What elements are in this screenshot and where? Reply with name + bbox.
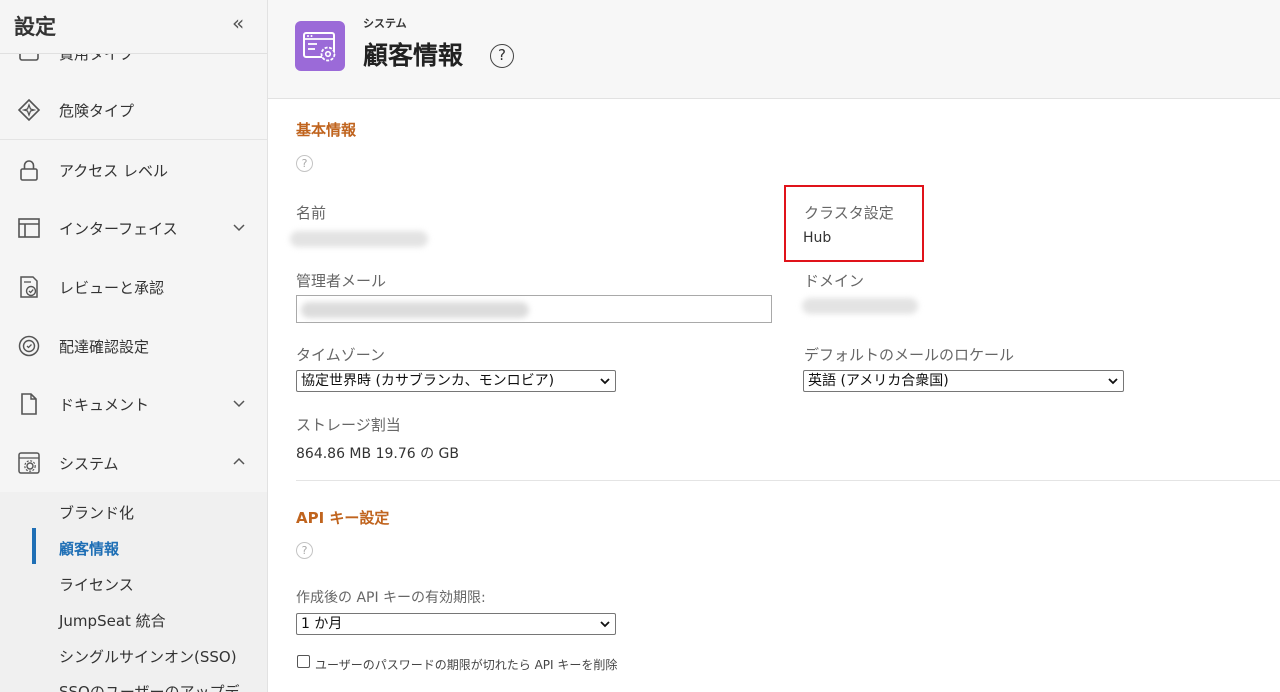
document-icon [21,393,37,415]
chevron-down-icon [233,400,245,408]
chevron-down-icon [600,621,610,628]
lock-icon [20,160,38,181]
submenu-item-jumpseat[interactable]: JumpSeat 統合 [59,610,166,631]
timezone-label: タイムゾーン [296,346,385,364]
api-settings-title: API キー設定 [296,509,390,527]
sidebar-item-label: インターフェイス [59,220,178,238]
timezone-select[interactable]: 協定世界時 (カサブランカ、モンロビア) [296,370,616,392]
timezone-select-value: 協定世界時 (カサブランカ、モンロビア) [301,373,555,389]
submenu-item-sso-user-update[interactable]: SSOのユーザーのアップデ [59,681,240,692]
sidebar-item-label: ドキュメント [59,396,150,414]
admin-email-field[interactable] [296,295,772,323]
sidebar-divider [0,139,267,140]
basic-info-title: 基本情報 [296,121,357,139]
section-divider [296,480,1280,481]
delete-api-key-label: ユーザーのパスワードの期限が切れたら API キーを削除 [315,658,618,672]
api-expiry-label: 作成後の API キーの有効期限: [296,590,486,606]
sidebar-item-label: レビューと承認 [59,279,165,297]
sidebar-item-delivery-confirmation[interactable]: 配達確認設定 [0,317,267,375]
main-content: システム 顧客情報 ? 基本情報 ? 名前 クラスタ設定 Hub 管理者メール … [268,0,1280,692]
page-header: システム 顧客情報 ? [268,0,1280,99]
sidebar-item-hazard-types[interactable]: 危険タイプ [0,81,267,139]
delete-api-key-checkbox[interactable] [297,655,310,668]
email-value-redacted [301,302,529,318]
sidebar: 費用タイプ 設定 « 危険タイプ アクセス レベル インターフェイス レビューと… [0,0,268,692]
submenu-item-license[interactable]: ライセンス [59,574,134,595]
submenu-item-branding[interactable]: ブランド化 [59,502,134,523]
api-expiry-select[interactable]: 1 か月 [296,613,616,635]
help-icon[interactable]: ? [296,155,313,172]
chevron-up-icon [233,457,245,465]
api-expiry-select-value: 1 か月 [301,616,343,632]
chevron-down-icon [1108,378,1118,385]
sidebar-item-access-levels[interactable]: アクセス レベル [0,141,267,199]
locale-select[interactable]: 英語 (アメリカ合衆国) [803,370,1124,392]
domain-label: ドメイン [804,272,865,290]
locale-label: デフォルトのメールのロケール [804,346,1015,364]
highlight-box [784,185,924,262]
sidebar-title: 設定 [14,15,56,39]
admin-email-label: 管理者メール [296,272,387,290]
name-label: 名前 [296,204,327,222]
sidebar-item-label: システム [59,455,119,473]
domain-value-redacted [802,298,918,314]
name-value-redacted [290,231,428,247]
sidebar-item-interface[interactable]: インターフェイス [0,199,267,257]
system-settings-icon [303,32,336,62]
submenu-item-customer-info[interactable]: 顧客情報 [59,538,119,559]
page-supertitle: システム [363,17,407,30]
delivery-icon [18,335,40,357]
page-title: 顧客情報 [363,41,464,70]
page-icon [295,21,345,71]
submenu-item-sso[interactable]: シングルサインオン(SSO) [59,646,237,667]
sidebar-item-label: 配達確認設定 [59,338,150,356]
help-icon[interactable]: ? [296,542,313,559]
sidebar-item-label: アクセス レベル [59,162,169,180]
sidebar-item-review-approval[interactable]: レビューと承認 [0,258,267,316]
hazard-icon [17,98,41,122]
review-icon [20,276,38,298]
system-submenu: ブランド化 顧客情報 ライセンス JumpSeat 統合 シングルサインオン(S… [0,492,267,692]
sidebar-item-documents[interactable]: ドキュメント [0,375,267,433]
double-chevron-left-icon[interactable]: « [232,11,244,35]
sidebar-item-system[interactable]: システム [0,434,267,492]
chevron-down-icon [600,378,610,385]
locale-select-value: 英語 (アメリカ合衆国) [808,373,949,389]
storage-value: 864.86 MB 19.76 の GB [296,446,460,462]
storage-label: ストレージ割当 [296,416,401,434]
help-icon[interactable]: ? [490,44,514,68]
layout-icon [18,218,40,238]
chevron-down-icon [233,224,245,232]
active-indicator [32,528,36,564]
system-icon [18,452,40,474]
sidebar-item-label: 危険タイプ [59,102,135,120]
sidebar-header: 設定 « [0,0,267,54]
